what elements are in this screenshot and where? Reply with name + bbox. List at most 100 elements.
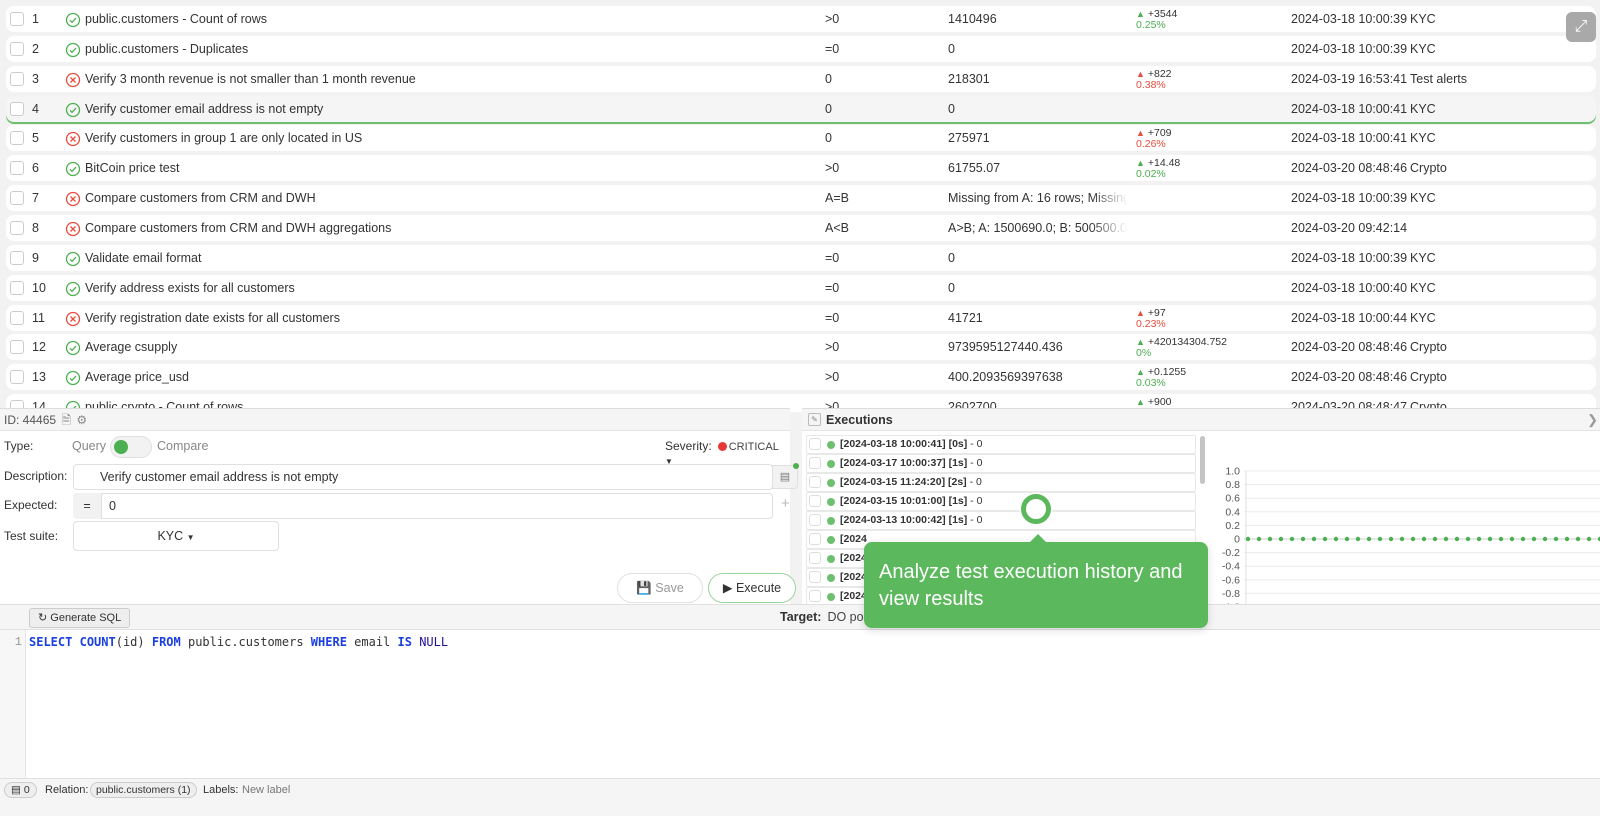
data-point[interactable] xyxy=(1432,536,1438,542)
executions-scrollbar[interactable] xyxy=(1200,436,1205,484)
execution-item[interactable]: [2024-03-17 10:00:37] [1s] - 0 xyxy=(806,454,1196,473)
row-checkbox[interactable] xyxy=(10,71,24,86)
data-point[interactable] xyxy=(1344,536,1350,542)
data-point[interactable] xyxy=(1322,536,1328,542)
data-point[interactable] xyxy=(1542,536,1548,542)
test-name[interactable]: public.customers - Count of rows xyxy=(85,6,267,32)
sql-editor[interactable]: 1 SELECT COUNT(id) FROM public.customers… xyxy=(0,630,1600,778)
execution-checkbox[interactable] xyxy=(809,590,821,602)
data-point[interactable] xyxy=(1421,536,1427,542)
data-point[interactable] xyxy=(1366,536,1372,542)
execution-item[interactable]: [2024-03-15 10:01:00] [1s] - 0 xyxy=(806,492,1196,511)
test-name[interactable]: Verify customers in group 1 are only loc… xyxy=(85,125,362,151)
test-name[interactable]: Average price_usd xyxy=(85,364,189,390)
data-point[interactable] xyxy=(1531,536,1537,542)
gear-icon[interactable]: ⚙ xyxy=(76,409,87,431)
execution-checkbox[interactable] xyxy=(809,514,821,526)
data-point[interactable] xyxy=(1245,536,1251,542)
table-row[interactable]: 7 Compare customers from CRM and DWH A=B Mi… xyxy=(6,185,1596,212)
data-point[interactable] xyxy=(1564,536,1570,542)
data-point[interactable] xyxy=(1278,536,1284,542)
type-toggle[interactable] xyxy=(110,436,152,458)
table-row[interactable]: 8 Compare customers from CRM and DWH aggr… xyxy=(6,214,1596,241)
table-row[interactable]: 2 public.customers - Duplicates =0 0 2024-03… xyxy=(6,35,1596,62)
execute-button[interactable]: ▶︎ Execute xyxy=(708,573,796,603)
data-point[interactable] xyxy=(1575,536,1581,542)
new-label-input[interactable]: New label xyxy=(242,784,290,796)
close-icon[interactable]: ❯ xyxy=(1587,409,1598,431)
execution-item[interactable]: [2024-03-13 10:00:42] [1s] - 0 xyxy=(806,511,1196,530)
test-name[interactable]: Verify customer email address is not emp… xyxy=(85,96,323,122)
document-icon[interactable]: 🗎 xyxy=(61,409,71,431)
test-name[interactable]: Verify registration date exists for all … xyxy=(85,305,340,331)
data-point[interactable] xyxy=(1300,536,1306,542)
data-point[interactable] xyxy=(1399,536,1405,542)
notes-icon[interactable]: ▤ xyxy=(772,463,799,489)
data-point[interactable] xyxy=(1388,536,1394,542)
data-point[interactable] xyxy=(1256,536,1262,542)
expected-operator[interactable]: = xyxy=(73,493,101,519)
save-button[interactable]: 💾 Save xyxy=(617,573,703,603)
test-name[interactable]: Average csupply xyxy=(85,334,177,360)
test-name[interactable]: Compare customers from CRM and DWH xyxy=(85,185,316,211)
table-row[interactable]: 1 public.customers - Count of rows >0 ⚙1410… xyxy=(6,6,1596,32)
data-point[interactable] xyxy=(1333,536,1339,542)
test-name[interactable]: Compare customers from CRM and DWH aggre… xyxy=(85,215,391,241)
generate-sql-button[interactable]: ↻ Generate SQL xyxy=(29,608,131,628)
table-row[interactable]: 6 BitCoin price test >0 ⚙61755.07 ▲ +14.480.… xyxy=(6,155,1596,182)
row-checkbox[interactable] xyxy=(10,191,24,206)
table-row[interactable]: 4 Verify customer email address is not em… xyxy=(6,95,1596,122)
data-point[interactable] xyxy=(1454,536,1460,542)
execution-checkbox[interactable] xyxy=(809,495,821,507)
row-checkbox[interactable] xyxy=(10,220,24,235)
expand-icon[interactable]: ⤢ xyxy=(1566,12,1596,42)
test-suite-select[interactable]: KYC ▼ xyxy=(73,521,279,551)
row-checkbox[interactable] xyxy=(10,280,24,295)
data-point[interactable] xyxy=(1311,536,1317,542)
data-point[interactable] xyxy=(1443,536,1449,542)
test-name[interactable]: BitCoin price test xyxy=(85,155,179,181)
execution-checkbox[interactable] xyxy=(809,533,821,545)
table-row[interactable]: 11 Verify registration date exists for al… xyxy=(6,304,1596,331)
test-name[interactable]: public.customers - Duplicates xyxy=(85,36,248,62)
table-row[interactable]: 9 Validate email format =0 0 2024-03-18 10:0… xyxy=(6,244,1596,271)
add-icon[interactable]: + xyxy=(781,495,790,512)
table-row[interactable]: 13 Average price_usd >0 ⚙400.2093569397638 ▲… xyxy=(6,364,1596,391)
data-point[interactable] xyxy=(1465,536,1471,542)
row-checkbox[interactable] xyxy=(10,340,24,355)
row-checkbox[interactable] xyxy=(10,161,24,176)
row-checkbox[interactable] xyxy=(10,250,24,265)
test-name[interactable]: Validate email format xyxy=(85,245,202,271)
table-row[interactable]: 5 Verify customers in group 1 are only lo… xyxy=(6,125,1596,152)
table-row[interactable]: 10 Verify address exists for all customer… xyxy=(6,274,1596,301)
edit-icon[interactable]: ✎ xyxy=(808,413,821,426)
tour-hotspot[interactable] xyxy=(1019,492,1053,526)
data-point[interactable] xyxy=(1487,536,1493,542)
row-checkbox[interactable] xyxy=(10,131,24,146)
row-checkbox[interactable] xyxy=(10,12,24,26)
row-checkbox[interactable] xyxy=(10,370,24,385)
data-point[interactable] xyxy=(1410,536,1416,542)
execution-checkbox[interactable] xyxy=(809,438,821,450)
execution-checkbox[interactable] xyxy=(809,476,821,488)
data-point[interactable] xyxy=(1377,536,1383,542)
data-point[interactable] xyxy=(1289,536,1295,542)
data-point[interactable] xyxy=(1509,536,1515,542)
row-checkbox[interactable] xyxy=(10,41,24,56)
table-row[interactable]: 3 Verify 3 month revenue is not smaller t… xyxy=(6,65,1596,92)
execution-checkbox[interactable] xyxy=(809,571,821,583)
row-checkbox[interactable] xyxy=(10,101,24,116)
sql-code[interactable]: SELECT COUNT(id) FROM public.customers W… xyxy=(29,635,448,649)
data-point[interactable] xyxy=(1520,536,1526,542)
row-checkbox[interactable] xyxy=(10,310,24,325)
data-point[interactable] xyxy=(1267,536,1273,542)
data-point[interactable] xyxy=(1586,536,1592,542)
execution-item[interactable]: [2024-03-15 11:24:20] [2s] - 0 xyxy=(806,473,1196,492)
expected-input[interactable]: 0 xyxy=(101,493,773,519)
data-point[interactable] xyxy=(1553,536,1559,542)
comments-button[interactable]: ▤ 0 xyxy=(4,782,37,798)
table-row[interactable]: 12 Average csupply >0 ⚙9739595127440.436 ▲ +… xyxy=(6,334,1596,361)
data-point[interactable] xyxy=(1476,536,1482,542)
description-input[interactable]: Verify customer email address is not emp… xyxy=(73,464,773,490)
data-point[interactable] xyxy=(1498,536,1504,542)
